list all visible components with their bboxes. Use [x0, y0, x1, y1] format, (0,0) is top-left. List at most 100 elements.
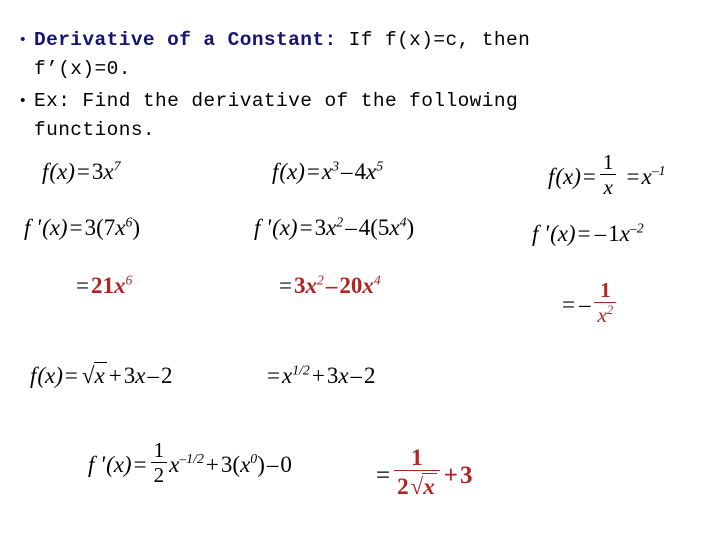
- minus-sign: –: [341, 159, 353, 184]
- plus-sign: +: [205, 451, 219, 477]
- bullet-rest-label: If f(x)=c, then: [336, 29, 531, 51]
- function-argument: (x): [550, 221, 576, 246]
- equals-sign: =: [267, 363, 280, 388]
- equals-sign: =: [376, 461, 391, 489]
- bullet-rest-label: Ex: Find the derivative of the following: [34, 90, 519, 112]
- term2-exponent: 4: [373, 272, 381, 288]
- numerator: 1: [150, 439, 168, 464]
- exponent: –1/2: [179, 451, 204, 467]
- equation-col3-answer: = –1 x2: [560, 279, 618, 326]
- equation-bottom-function: f(x)= √x +3x–2: [30, 362, 172, 387]
- outer-coefficient: 3(: [84, 215, 104, 240]
- equals-sign: =: [69, 215, 83, 240]
- square-root-of-x: √x: [409, 473, 437, 498]
- fraction-one-over-x-squared: 1 x2: [594, 279, 617, 328]
- variable: x: [281, 363, 293, 388]
- term1-variable: x: [326, 215, 337, 240]
- equals-sign: =: [64, 363, 78, 388]
- term2-outer: 3(: [220, 451, 241, 477]
- term2-coefficient: 20: [339, 273, 363, 298]
- exponent: 6: [125, 272, 133, 288]
- term2-coefficient: 4: [354, 159, 367, 184]
- close-paren: ): [406, 215, 415, 240]
- close-paren: ): [132, 215, 141, 240]
- variable: x: [103, 159, 114, 184]
- fraction-one-over-x: 1x: [599, 151, 617, 198]
- bullet-point-icon: •: [18, 32, 28, 49]
- minus-sign: –: [594, 221, 607, 246]
- minus-sign: –: [345, 215, 357, 240]
- variable: x: [641, 163, 652, 189]
- equation-col2-answer: =3x2–20x4: [277, 273, 381, 298]
- term2-coefficient: 3: [326, 363, 339, 388]
- term2-variable: x: [366, 159, 377, 184]
- equation-col3-function: f(x)= 1 x =x–1: [548, 151, 666, 198]
- function-argument: (x): [106, 451, 132, 477]
- exponent: 1/2: [292, 362, 310, 378]
- term2-coefficient: 3: [123, 363, 136, 388]
- term2-variable: x: [135, 363, 146, 388]
- equals-sign: =: [76, 273, 89, 298]
- inner-coefficient: 7: [103, 215, 116, 240]
- equals-sign-2: =: [626, 163, 640, 189]
- minus-sign: –: [147, 363, 159, 388]
- minus-sign: –: [578, 291, 591, 317]
- term3-constant: 0: [280, 451, 292, 477]
- bullet-point-icon: •: [18, 93, 28, 110]
- exponent: –1: [651, 163, 666, 179]
- variable: x: [113, 273, 126, 298]
- bullet-text-derivative-of-constant: Derivative of a Constant: If f(x)=c, the…: [34, 26, 692, 84]
- equals-sign: =: [562, 291, 575, 317]
- term2-variable: x: [240, 451, 251, 477]
- fraction-one-half: 12: [150, 439, 168, 488]
- equation-col3-derivative: f '(x)= –1x–2: [532, 220, 644, 246]
- variable: x: [169, 451, 180, 477]
- term2-exponent: 4: [399, 214, 407, 230]
- plus-sign: +: [311, 363, 325, 388]
- fraction-one-over-two-root-x: 1 2√x: [394, 446, 440, 498]
- term1-variable: x: [321, 159, 333, 184]
- slide-canvas: • Derivative of a Constant: If f(x)=c, t…: [0, 0, 720, 540]
- equation-bottom-function-rewritten: =x1/2+3x–2: [265, 362, 376, 388]
- term2-exponent: 5: [376, 158, 384, 174]
- radicand: x: [93, 362, 107, 388]
- function-argument: (x): [42, 215, 68, 240]
- equals-sign: =: [582, 163, 596, 189]
- equation-col1-answer: =21x6: [74, 273, 132, 298]
- variable: x: [115, 215, 126, 240]
- equals-sign: =: [279, 273, 292, 298]
- derivative-symbol: f ': [254, 215, 272, 240]
- denominator-exponent: 2: [606, 303, 614, 318]
- bullet-text-example-prompt: Ex: Find the derivative of the following…: [34, 87, 692, 145]
- bullet-emphasis-label: Derivative of a Constant:: [34, 29, 337, 51]
- derivative-symbol: f ': [88, 451, 106, 477]
- term2-variable: x: [362, 273, 374, 298]
- exponent: –2: [629, 220, 644, 236]
- equation-bottom-answer: = 1 2√x +3: [374, 446, 472, 498]
- answer-value: 3x2–20x4: [294, 273, 381, 298]
- answer-value: 21x6: [91, 273, 132, 298]
- bullet-list: • Derivative of a Constant: If f(x)=c, t…: [12, 26, 692, 145]
- coefficient: 21: [90, 273, 114, 298]
- equation-col1-derivative: f '(x)=3(7x6): [24, 215, 141, 240]
- derivative-symbol: f ': [24, 215, 42, 240]
- equals-sign: =: [133, 451, 147, 477]
- equation-bottom-derivative: f '(x)= 1 2 x–1/2+3(x0)–0: [88, 439, 292, 488]
- answer-value: 1 x2: [592, 279, 618, 326]
- term1-coefficient: 3: [293, 273, 306, 298]
- term2-variable: x: [338, 363, 349, 388]
- equation-col2-derivative: f '(x)=3x2–4(5x4): [254, 214, 415, 240]
- numerator: 1: [594, 279, 617, 304]
- function-argument: (x): [49, 159, 75, 184]
- square-root-of-x: √x: [80, 362, 107, 387]
- denominator: 2: [153, 463, 165, 488]
- term1-exponent: 3: [332, 158, 340, 174]
- derivative-symbol: f ': [532, 221, 550, 246]
- equals-sign: =: [299, 215, 313, 240]
- equals-sign: =: [577, 221, 591, 246]
- answer-value: 1 2√x +3: [392, 446, 472, 498]
- coefficient: 3: [91, 159, 104, 184]
- term2-variable: x: [389, 215, 400, 240]
- minus-sign: –: [266, 451, 279, 477]
- denominator-variable: x: [597, 303, 607, 328]
